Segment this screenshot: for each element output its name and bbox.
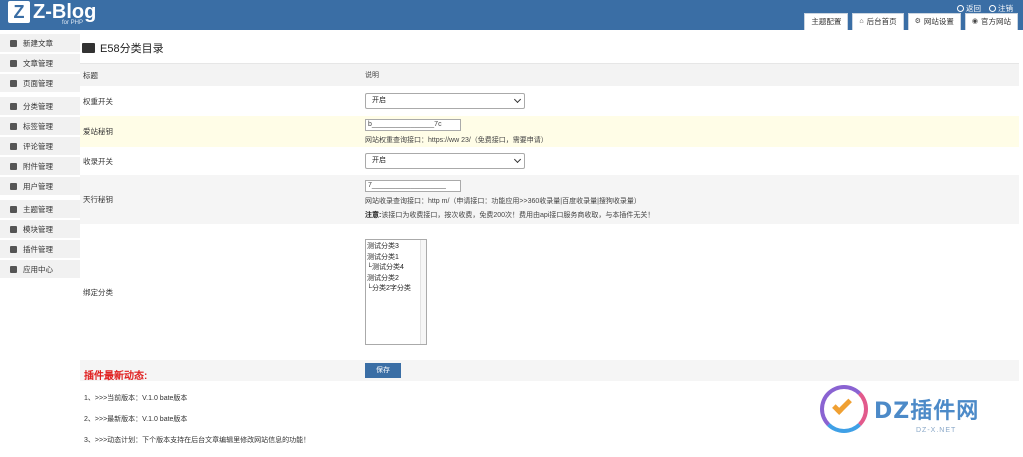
tag-icon (10, 122, 17, 130)
table-row: 权重开关 开启 (80, 87, 1019, 116)
watermark-sub: DZ-X.NET (916, 427, 957, 434)
table-row: 天行秘钥 7___________________ 网站收录查询接口：http … (80, 175, 1019, 225)
sidebar-item-attachments[interactable]: 附件管理 (0, 157, 80, 175)
watermark: DZ插件网 DZ-X.NET (818, 385, 1023, 457)
table-row: 绑定分类 测试分类3 测试分类1 └测试分类4 测试分类2 └分类2字分类 (80, 225, 1019, 360)
category-option[interactable]: └测试分类4 (367, 263, 425, 274)
article-icon (10, 59, 17, 67)
folder-icon (10, 102, 17, 110)
sidebar-item-new-article[interactable]: 新建文章 (0, 34, 80, 52)
logo-sub: for PHP (62, 20, 84, 26)
news-title: 插件最新动态: (84, 371, 148, 382)
page-icon (10, 79, 17, 87)
sidebar-item-categories[interactable]: 分类管理 (0, 97, 80, 115)
app-icon (10, 265, 17, 273)
zblog-logo[interactable]: Z Z-Blog (8, 1, 96, 23)
gear-icon: ⚙ (914, 18, 921, 25)
news-item: 2、>>>最新版本：V.1.0 bate版本 (84, 416, 188, 423)
users-icon (10, 182, 17, 190)
tab-official-site[interactable]: ◉ 官方网站 (964, 13, 1018, 30)
aizhan-key-label: 爱站秘钥 (83, 127, 113, 136)
col-title: 标题 (83, 70, 98, 80)
sidebar-item-articles[interactable]: 文章管理 (0, 54, 80, 72)
watermark-text: DZ插件网 (874, 399, 980, 424)
attachment-icon (10, 162, 17, 170)
listbox-scrollbar[interactable] (420, 240, 426, 344)
table-row: 收录开关 开启 (80, 148, 1019, 175)
col-desc: 说明 (365, 72, 379, 79)
sidebar-item-users[interactable]: 用户管理 (0, 177, 80, 195)
tianxing-hint: 网站收录查询接口：http m/（申请接口：功能应用>>360收录量|百度收录量… (365, 197, 641, 205)
index-switch-select[interactable]: 开启 (365, 153, 525, 169)
module-icon (10, 225, 17, 233)
aizhan-key-input[interactable]: b________________7c (365, 118, 461, 131)
category-option[interactable]: 测试分类2 (367, 274, 425, 285)
tianxing-key-label: 天行秘钥 (83, 195, 113, 204)
tab-site-settings[interactable]: ⚙ 网站设置 (907, 13, 961, 30)
sidebar: 新建文章 文章管理 页面管理 分类管理 标签管理 评论管理 附件管理 用户管理 … (0, 30, 80, 457)
globe-icon (957, 5, 964, 12)
table-row: 爱站秘钥 b________________7c 网站权重查询接口：https:… (80, 116, 1019, 148)
table-header: 标题 说明 (80, 64, 1019, 87)
sidebar-item-modules[interactable]: 模块管理 (0, 220, 80, 238)
theme-icon (10, 205, 17, 213)
header-tabs: 主题配置 ⌂ 后台首页 ⚙ 网站设置 ◉ 官方网站 (804, 13, 1018, 30)
category-option[interactable]: 测试分类3 (367, 242, 425, 253)
tab-admin-home[interactable]: ⌂ 后台首页 (852, 13, 904, 30)
plugin-icon (10, 245, 17, 253)
bind-category-label: 绑定分类 (83, 287, 113, 297)
top-header: Z Z-Blog for PHP 返回 注销 主题配置 ⌂ 后台首页 ⚙ 网站设置 … (0, 0, 1023, 30)
news-item: 1、>>>当前版本：V.1.0 bate版本 (84, 395, 188, 402)
chevron-down-icon (513, 95, 522, 104)
home-icon: ⌂ (859, 18, 864, 25)
news-item: 3、>>>动态计划：下个版本支持在后台文章编辑里修改网站信息的功能！ (84, 437, 311, 444)
sidebar-item-tags[interactable]: 标签管理 (0, 117, 80, 135)
chevron-down-icon (513, 155, 522, 164)
folder-icon (82, 43, 95, 53)
tianxing-note: 注意:该接口为收费接口，按次收费，免费200次！费用由api接口服务商收取，与本… (365, 211, 655, 219)
tab-theme-config[interactable]: 主题配置 (804, 13, 849, 30)
tianxing-key-input[interactable]: 7___________________ (365, 179, 461, 192)
comment-icon (10, 142, 17, 150)
edit-icon (10, 39, 17, 47)
page-title: E58分类目录 (82, 40, 164, 56)
sidebar-item-pages[interactable]: 页面管理 (0, 74, 80, 92)
category-option[interactable]: └分类2字分类 (367, 284, 425, 295)
sidebar-item-comments[interactable]: 评论管理 (0, 137, 80, 155)
sidebar-item-app-center[interactable]: 应用中心 (0, 260, 80, 278)
index-switch-label: 收录开关 (83, 156, 113, 166)
sidebar-item-themes[interactable]: 主题管理 (0, 200, 80, 218)
power-icon (989, 5, 996, 12)
aizhan-hint: 网站权重查询接口：https://ww 23/（免费接口，需要申请） (365, 136, 548, 144)
weight-switch-select[interactable]: 开启 (365, 93, 525, 109)
settings-table: 标题 说明 权重开关 开启 爱站秘钥 b________________7c 网… (80, 63, 1019, 382)
category-option[interactable]: 测试分类1 (367, 253, 425, 264)
bind-category-listbox[interactable]: 测试分类3 测试分类1 └测试分类4 测试分类2 └分类2字分类 (365, 239, 427, 345)
globe-icon: ◉ (971, 18, 978, 25)
plugin-news: 插件最新动态: 1、>>>当前版本：V.1.0 bate版本 2、>>>最新版本… (84, 367, 784, 445)
weight-switch-label: 权重开关 (83, 96, 113, 106)
sidebar-item-plugins[interactable]: 插件管理 (0, 240, 80, 258)
logo-mark: Z (8, 1, 30, 23)
